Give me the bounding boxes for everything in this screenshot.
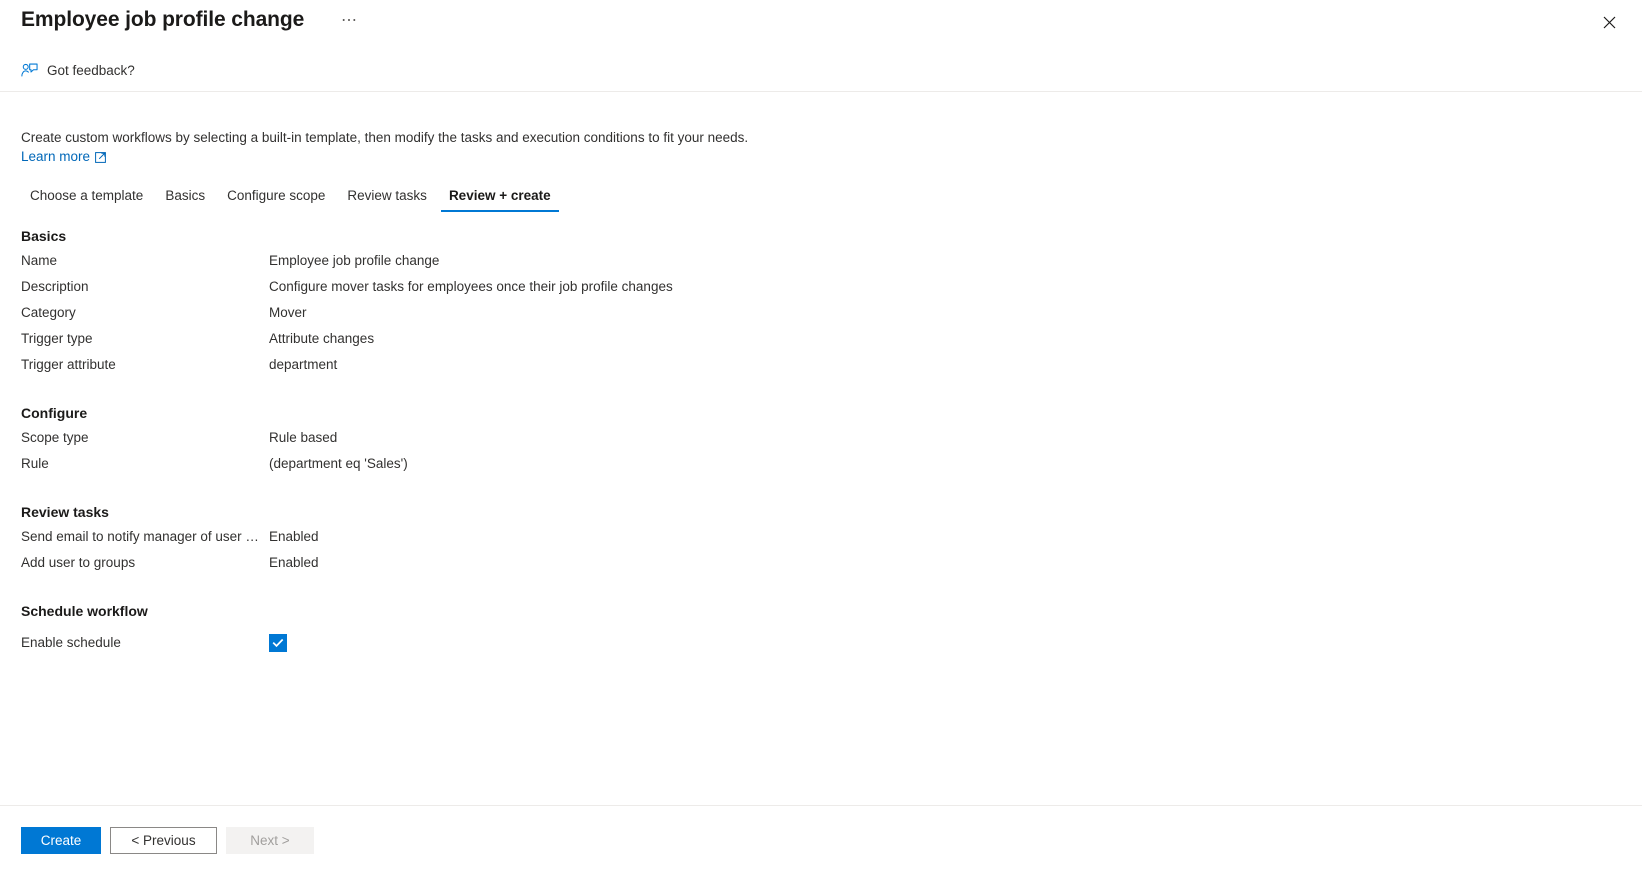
section-heading-review-tasks: Review tasks: [21, 504, 109, 520]
summary-value: Configure mover tasks for employees once…: [269, 279, 673, 294]
learn-more-label: Learn more: [21, 149, 91, 164]
wizard-tabs: Choose a template Basics Configure scope…: [21, 182, 562, 212]
intro-block: Create custom workflows by selecting a b…: [21, 128, 1421, 166]
section-schedule-workflow: Schedule workflow Enable schedule: [21, 603, 1421, 656]
section-heading-basics: Basics: [21, 228, 67, 244]
summary-key: Send email to notify manager of user mo…: [21, 529, 269, 544]
intro-description: Create custom workflows by selecting a b…: [21, 130, 749, 145]
summary-value: department: [269, 357, 338, 372]
feedback-person-icon: [21, 63, 38, 76]
enable-schedule-checkbox[interactable]: [269, 634, 287, 652]
wizard-footer: Create < Previous Next >: [0, 805, 1642, 876]
tab-configure-scope[interactable]: Configure scope: [216, 188, 336, 212]
summary-value: Enabled: [269, 555, 319, 570]
summary-row: Scope type Rule based: [21, 430, 1421, 456]
review-summary: Basics Name Employee job profile change …: [21, 228, 1421, 656]
summary-row: Name Employee job profile change: [21, 253, 1421, 279]
tab-review-create[interactable]: Review + create: [438, 188, 562, 212]
footer-button-group: Create < Previous Next >: [21, 827, 314, 854]
summary-value: Rule based: [269, 430, 338, 445]
summary-row: Rule (department eq 'Sales'): [21, 456, 1421, 482]
summary-row: Trigger type Attribute changes: [21, 331, 1421, 357]
close-icon: [1603, 16, 1615, 29]
section-configure: Configure Scope type Rule based Rule (de…: [21, 405, 1421, 482]
section-basics: Basics Name Employee job profile change …: [21, 228, 1421, 383]
got-feedback-button[interactable]: Got feedback?: [21, 58, 135, 82]
summary-row: Send email to notify manager of user mo……: [21, 529, 1421, 555]
summary-value: Enabled: [269, 529, 319, 544]
section-heading-configure: Configure: [21, 405, 88, 421]
enable-schedule-label: Enable schedule: [21, 635, 121, 650]
summary-row: Description Configure mover tasks for em…: [21, 279, 1421, 305]
summary-key: Rule: [21, 456, 49, 471]
summary-key: Description: [21, 279, 89, 294]
enable-schedule-row: Enable schedule: [21, 630, 1421, 656]
summary-key: Scope type: [21, 430, 89, 445]
summary-key: Add user to groups: [21, 555, 136, 570]
tab-review-tasks[interactable]: Review tasks: [336, 188, 438, 212]
external-link-icon: [95, 151, 106, 163]
summary-value: Employee job profile change: [269, 253, 440, 268]
learn-more-link[interactable]: Learn more: [21, 149, 107, 164]
summary-key: Category: [21, 305, 76, 320]
close-button[interactable]: [1596, 11, 1622, 37]
summary-value: (department eq 'Sales'): [269, 456, 408, 471]
summary-value: Attribute changes: [269, 331, 375, 346]
page-title: Employee job profile change: [21, 8, 305, 31]
summary-row: Trigger attribute department: [21, 357, 1421, 383]
next-button: Next >: [226, 827, 314, 854]
summary-key: Name: [21, 253, 58, 268]
summary-key: Trigger type: [21, 331, 93, 346]
create-button[interactable]: Create: [21, 827, 101, 854]
tab-basics[interactable]: Basics: [154, 188, 216, 212]
summary-key: Trigger attribute: [21, 357, 116, 372]
section-review-tasks: Review tasks Send email to notify manage…: [21, 504, 1421, 581]
checkmark-icon: [272, 638, 284, 648]
summary-value: Mover: [269, 305, 307, 320]
section-heading-schedule-workflow: Schedule workflow: [21, 603, 148, 619]
summary-row: Add user to groups Enabled: [21, 555, 1421, 581]
got-feedback-label: Got feedback?: [47, 62, 135, 78]
blade-header: Employee job profile change ⋯: [0, 0, 1642, 48]
tab-choose-a-template[interactable]: Choose a template: [21, 188, 154, 212]
more-options-icon[interactable]: ⋯: [338, 12, 360, 34]
command-bar: Got feedback?: [0, 48, 1642, 92]
summary-row: Category Mover: [21, 305, 1421, 331]
previous-button[interactable]: < Previous: [110, 827, 217, 854]
